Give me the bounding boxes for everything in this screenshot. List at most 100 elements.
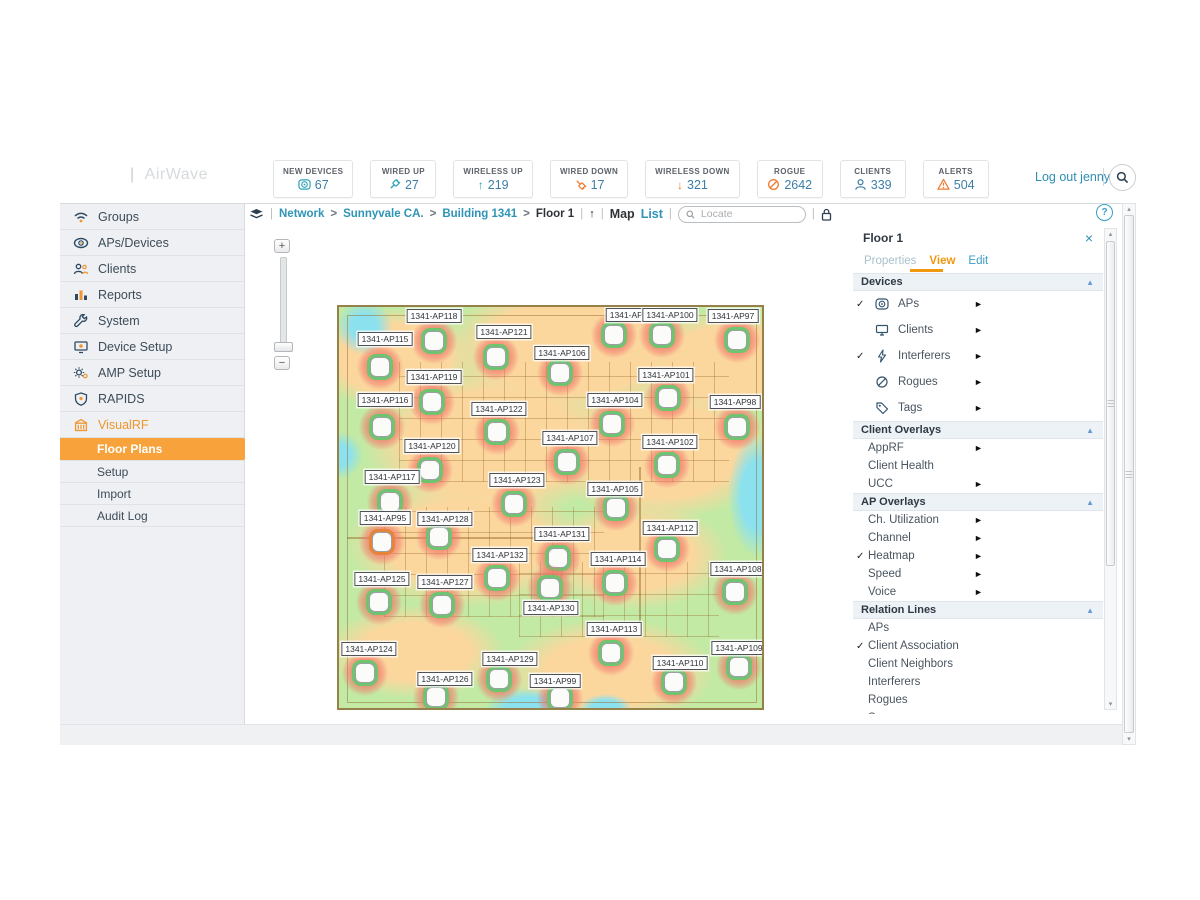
page-scrollbar-thumb[interactable] xyxy=(1124,215,1134,733)
sidebar-item-device-setup[interactable]: Device Setup xyxy=(60,334,244,360)
expand-icon[interactable]: ► xyxy=(974,551,983,561)
zoom-out-button[interactable]: − xyxy=(274,356,290,370)
ap-marker[interactable] xyxy=(489,669,509,689)
ap-marker[interactable] xyxy=(652,325,672,345)
section-client-overlays[interactable]: Client Overlays ▲ xyxy=(853,421,1103,439)
ap-label[interactable]: 1341-AP95 xyxy=(360,511,411,525)
ap-marker[interactable] xyxy=(657,539,677,559)
locate-input[interactable] xyxy=(699,207,789,221)
expand-icon[interactable]: ► xyxy=(974,325,983,335)
ap-label[interactable]: 1341-AP123 xyxy=(489,473,544,487)
sidebar-item-aps-devices[interactable]: APs/Devices xyxy=(60,230,244,256)
expand-icon[interactable]: ► xyxy=(974,377,983,387)
ap-label[interactable]: 1341-AP113 xyxy=(587,622,642,636)
panel-row[interactable]: ✓ Surveys ► xyxy=(853,709,1103,714)
ap-label[interactable]: 1341-AP105 xyxy=(587,482,642,496)
ap-marker[interactable] xyxy=(557,452,577,472)
sidebar-item-groups[interactable]: Groups xyxy=(60,204,244,230)
panel-row[interactable]: ✓ Client Association ► xyxy=(853,637,1103,655)
expand-icon[interactable]: ► xyxy=(974,569,983,579)
zoom-slider-track[interactable] xyxy=(280,257,287,351)
locate-search[interactable] xyxy=(678,206,806,223)
ap-label[interactable]: 1341-AP130 xyxy=(523,601,578,615)
logout-link[interactable]: Log out jenny xyxy=(1035,170,1110,184)
up-level-icon[interactable]: ↑ xyxy=(589,208,595,220)
stat-wired-down[interactable]: WIRED DOWN 17 xyxy=(550,160,628,198)
ap-marker[interactable] xyxy=(420,460,440,480)
scroll-up-icon[interactable]: ▴ xyxy=(1105,230,1116,238)
ap-label[interactable]: 1341-AP107 xyxy=(542,431,597,445)
ap-label[interactable]: 1341-AP132 xyxy=(472,548,527,562)
ap-marker[interactable] xyxy=(664,672,684,692)
expand-icon[interactable]: ► xyxy=(974,351,983,361)
panel-row-aps[interactable]: ✓ APs ► xyxy=(853,291,1103,317)
panel-row[interactable]: ✓ UCC ► xyxy=(853,475,1103,493)
ap-marker[interactable] xyxy=(658,388,678,408)
ap-marker[interactable] xyxy=(550,688,570,708)
panel-row[interactable]: ✓ Client Health ► xyxy=(853,457,1103,475)
panel-row[interactable]: ✓ Speed ► xyxy=(853,565,1103,583)
ap-label[interactable]: 1341-AP117 xyxy=(365,470,420,484)
tab-view[interactable]: View xyxy=(929,255,955,267)
ap-marker[interactable] xyxy=(727,330,747,350)
stat-rogue[interactable]: ROGUE 2642 xyxy=(757,160,823,198)
sidebar-item-visualrf[interactable]: VisualRF xyxy=(60,412,244,438)
expand-icon[interactable]: ► xyxy=(974,515,983,525)
tab-properties[interactable]: Properties xyxy=(864,255,916,267)
ap-marker[interactable] xyxy=(504,494,524,514)
ap-label[interactable]: 1341-AP128 xyxy=(417,512,472,526)
breadcrumb-link-building[interactable]: Building 1341 xyxy=(442,208,517,220)
ap-marker[interactable] xyxy=(380,492,400,512)
ap-label[interactable]: 1341-AP110 xyxy=(653,656,708,670)
sidebar-item-rapids[interactable]: RAPIDS xyxy=(60,386,244,412)
ap-marker[interactable] xyxy=(487,568,507,588)
ap-label[interactable]: 1341-AP114 xyxy=(591,552,646,566)
expand-icon[interactable]: ► xyxy=(974,299,983,309)
ap-marker[interactable] xyxy=(429,527,449,547)
ap-label[interactable]: 1341-AP129 xyxy=(482,652,537,666)
close-icon[interactable]: × xyxy=(1085,232,1093,244)
panel-scrollbar-thumb[interactable] xyxy=(1106,241,1115,566)
collapse-icon[interactable]: ▲ xyxy=(1086,426,1094,435)
panel-scrollbar[interactable]: ▴ ▾ xyxy=(1104,228,1117,710)
breadcrumb-link-network[interactable]: Network xyxy=(279,208,324,220)
collapse-icon[interactable]: ▲ xyxy=(1086,278,1094,287)
expand-icon[interactable]: ► xyxy=(974,587,983,597)
panel-row[interactable]: ✓ Voice ► xyxy=(853,583,1103,601)
expand-icon[interactable]: ► xyxy=(974,443,983,453)
panel-row[interactable]: ✓ Interferers ► xyxy=(853,673,1103,691)
ap-label[interactable]: 1341-AP121 xyxy=(476,325,531,339)
ap-label[interactable]: 1341-AP98 xyxy=(710,395,761,409)
sidebar-subitem-floor-plans[interactable]: Floor Plans xyxy=(60,438,244,461)
zoom-slider-handle[interactable] xyxy=(274,342,293,352)
expand-icon[interactable]: ► xyxy=(974,533,983,543)
breadcrumb-link-campus[interactable]: Sunnyvale CA. xyxy=(343,208,424,220)
collapse-icon[interactable]: ▲ xyxy=(1086,498,1094,507)
panel-row-rogues[interactable]: ✓ Rogues ► xyxy=(853,369,1103,395)
panel-row[interactable]: ✓ APs ► xyxy=(853,619,1103,637)
ap-marker[interactable] xyxy=(604,325,624,345)
ap-marker[interactable] xyxy=(729,657,749,677)
section-devices[interactable]: Devices ▲ xyxy=(853,273,1103,291)
ap-marker[interactable] xyxy=(657,455,677,475)
stat-wireless-up[interactable]: WIRELESS UP ↑219 xyxy=(453,160,533,198)
ap-label[interactable]: 1341-AP97 xyxy=(708,309,759,323)
ap-marker[interactable] xyxy=(372,532,392,552)
ap-label[interactable]: 1341-AP116 xyxy=(358,393,413,407)
ap-label[interactable]: 1341-AP120 xyxy=(404,439,459,453)
sidebar-item-amp-setup[interactable]: AMP Setup xyxy=(60,360,244,386)
ap-marker[interactable] xyxy=(424,331,444,351)
help-icon[interactable]: ? xyxy=(1096,204,1113,221)
ap-label[interactable]: 1341-AP101 xyxy=(638,368,693,382)
global-search-button[interactable] xyxy=(1109,164,1136,191)
ap-label[interactable]: 1341-AP125 xyxy=(354,572,409,586)
ap-marker[interactable] xyxy=(602,414,622,434)
panel-row[interactable]: ✓ Rogues ► xyxy=(853,691,1103,709)
ap-label[interactable]: 1341-AP100 xyxy=(642,308,697,322)
ap-label[interactable]: 1341-AP122 xyxy=(471,402,526,416)
expand-icon[interactable]: ► xyxy=(974,403,983,413)
ap-label[interactable]: 1341-AP124 xyxy=(341,642,396,656)
panel-row[interactable]: ✓ Client Neighbors ► xyxy=(853,655,1103,673)
sidebar-subitem-import[interactable]: Import xyxy=(60,483,244,505)
sidebar-subitem-audit-log[interactable]: Audit Log xyxy=(60,505,244,527)
